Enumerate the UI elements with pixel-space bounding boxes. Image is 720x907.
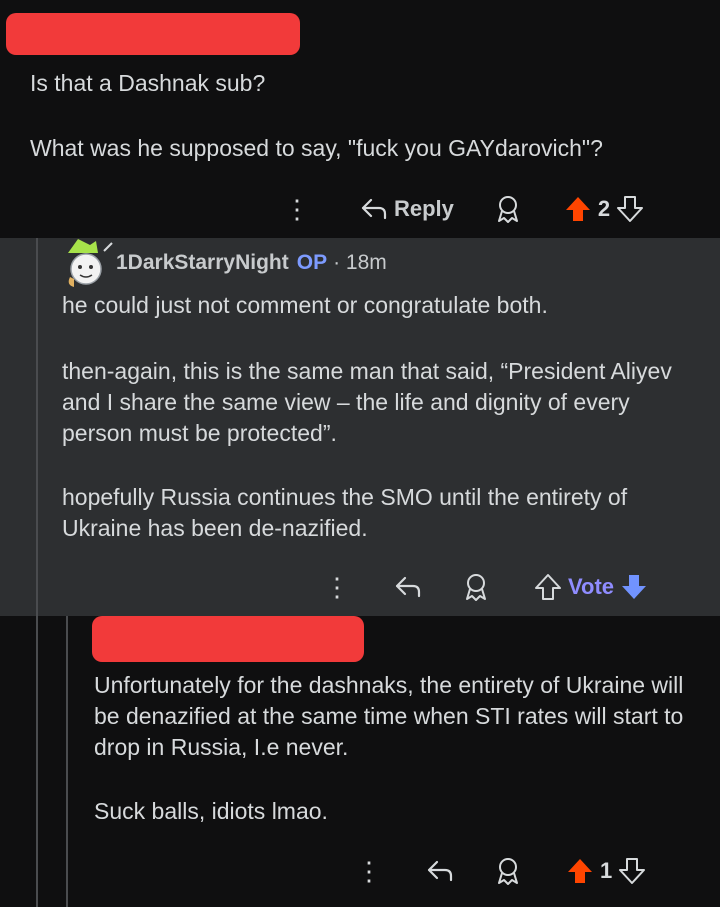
more-icon[interactable]: ⋮ [356, 858, 382, 884]
comment-3-action-bar: ⋮ 1 [356, 852, 646, 890]
reply-button[interactable]: Reply [394, 196, 454, 222]
comment-text-line: What was he supposed to say, "fuck you G… [30, 135, 603, 161]
more-icon[interactable]: ⋮ [324, 574, 350, 600]
vote-count: 1 [600, 858, 613, 883]
downvote-icon[interactable] [616, 195, 644, 223]
vote-label: Vote [568, 574, 615, 599]
thread-line [36, 616, 38, 907]
award-icon[interactable] [494, 856, 522, 886]
thread-line [36, 238, 38, 616]
more-icon[interactable]: ⋮ [284, 196, 310, 222]
comment-paragraph: Unfortunately for the dashnaks, the enti… [94, 672, 684, 760]
upvote-icon[interactable] [566, 857, 594, 885]
upvote-icon[interactable] [534, 573, 562, 601]
downvote-icon[interactable] [618, 857, 646, 885]
username[interactable]: 1DarkStarryNight [116, 251, 289, 275]
comment-paragraph: hopefully Russia continues the SMO until… [62, 484, 628, 541]
vote-count: 2 [597, 196, 611, 221]
redacted-username [6, 13, 300, 55]
comment-2-header: 1DarkStarryNight OP · 18m [60, 236, 387, 290]
upvote-icon[interactable] [564, 195, 592, 223]
award-icon[interactable] [462, 572, 490, 602]
downvote-icon[interactable] [620, 573, 648, 601]
reply-icon[interactable] [426, 858, 454, 884]
comment-1-action-bar: ⋮ Reply 2 [284, 190, 644, 228]
reply-icon[interactable] [360, 196, 388, 222]
op-badge: OP [296, 251, 328, 274]
redacted-username [92, 616, 364, 662]
comment-paragraph: he could just not comment or congratulat… [62, 292, 548, 318]
comment-paragraph: Suck balls, idiots lmao. [94, 798, 328, 824]
thread-line [66, 616, 68, 907]
reply-icon[interactable] [394, 574, 422, 600]
comment-2-action-bar: ⋮ Vote [324, 568, 648, 606]
timestamp: · 18m [333, 251, 387, 274]
comment-text-line: Is that a Dashnak sub? [30, 70, 266, 96]
award-icon[interactable] [494, 194, 522, 224]
comment-paragraph: then-again, this is the same man that sa… [62, 358, 672, 446]
avatar[interactable] [60, 237, 116, 289]
